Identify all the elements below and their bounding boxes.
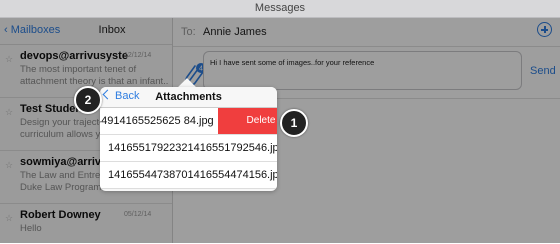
delete-button[interactable]: Delete	[218, 108, 277, 134]
attachment-row[interactable]: 14165517922321416551792546.jpg	[100, 135, 277, 162]
callout-badge-2: 2	[74, 86, 102, 114]
modal-dim-overlay	[0, 18, 560, 243]
popover-header: Back Attachments	[100, 87, 277, 108]
attachment-filename: 14165544738701416554474156.jpg	[108, 169, 277, 181]
window-title: Messages	[0, 0, 560, 18]
popover-title: Attachments	[155, 91, 222, 103]
attachment-row[interactable]: 14165544738701416554474156.jpg	[100, 162, 277, 189]
attachments-popover: Back Attachments 44914165525625 84.jpg D…	[100, 87, 277, 191]
attachment-filename: 14165517922321416551792546.jpg	[108, 142, 277, 154]
attachment-filename: 44914165525625 84.jpg	[100, 115, 214, 127]
callout-badge-1: 1	[280, 109, 308, 137]
attachment-row[interactable]: 44914165525625 84.jpg Delete	[100, 108, 277, 135]
